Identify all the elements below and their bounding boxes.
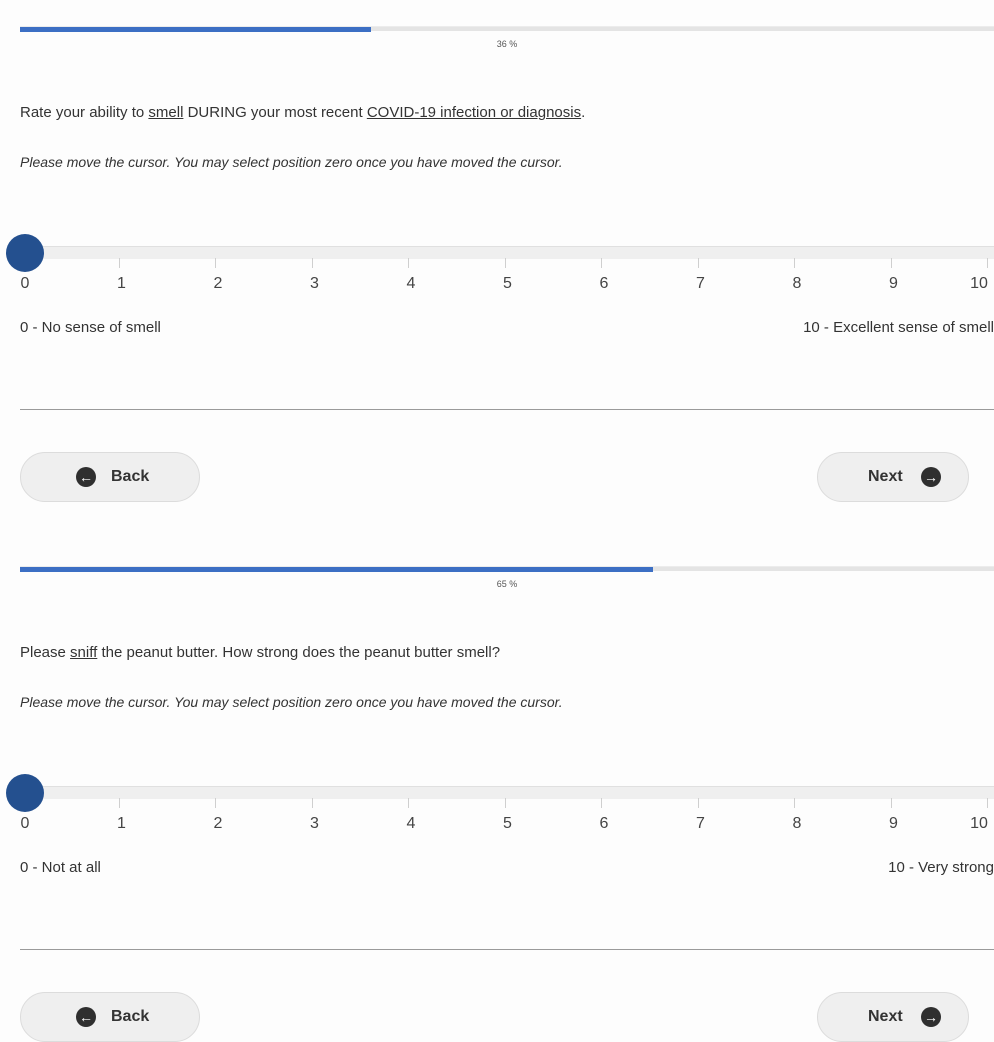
slider-tick [118, 798, 120, 808]
slider-tick [794, 798, 795, 808]
arrow-left-circle-icon: ← [76, 467, 96, 487]
slider-tick-label: 10 [970, 815, 988, 832]
slider-tick-label: 3 [310, 815, 319, 832]
arrow-right-circle-icon: → [921, 1007, 941, 1027]
slider-tick-label: 7 [696, 275, 705, 292]
slider-tick [504, 258, 506, 268]
question-text: Rate your ability to smell DURING your m… [20, 104, 585, 121]
question-mid: DURING your most recent [183, 104, 367, 121]
next-button[interactable]: Next → [817, 452, 969, 502]
slider-tick [408, 798, 409, 808]
slider-tick-label: 8 [792, 815, 802, 832]
slider-left-anchor: 0 - No sense of smell [20, 319, 161, 336]
slider-tick-label: 0 [20, 275, 30, 292]
slider-track[interactable] [20, 786, 994, 799]
slider-tick [408, 258, 409, 268]
slider-tick [697, 798, 699, 808]
question-underline-2: COVID-19 infection or diagnosis [366, 104, 582, 121]
progress-percent: 65 % [496, 579, 518, 589]
slider-tick-label: 3 [310, 275, 319, 292]
instruction-text: Please move the cursor. You may select p… [20, 154, 563, 170]
slider-tick [215, 798, 216, 808]
slider-tick [794, 258, 795, 268]
progress-bar [20, 26, 994, 32]
question-text: Please sniff the peanut butter. How stro… [20, 644, 500, 661]
question-post: . [581, 104, 586, 121]
slider-tick [987, 798, 988, 808]
slider-tick [890, 798, 892, 808]
slider-tick-label: 7 [696, 815, 705, 832]
slider-tick-label: 5 [503, 815, 512, 832]
survey-panel-1: 36 % Rate your ability to smell DURING y… [0, 0, 994, 502]
slider-tick-label: 8 [792, 275, 802, 292]
divider [20, 409, 994, 410]
slider-tick-label: 2 [213, 815, 223, 832]
slider-tick-label: 6 [599, 815, 609, 832]
slider-tick [311, 258, 313, 268]
next-button-label: Next [868, 1008, 903, 1025]
instruction-text: Please move the cursor. You may select p… [20, 694, 563, 710]
back-button[interactable]: ← Back [20, 452, 200, 502]
slider-tick-label: 6 [599, 275, 609, 292]
slider-tick-label: 5 [503, 275, 512, 292]
slider-tick [697, 258, 699, 268]
question-mid: the peanut butter. How strong does the p… [97, 644, 501, 661]
slider-tick-label: 9 [889, 815, 898, 832]
back-button-label: Back [111, 468, 150, 485]
slider-tick-label: 0 [20, 815, 30, 832]
back-button-label: Back [111, 1008, 150, 1025]
progress-bar-fill [20, 567, 654, 572]
slider-tick-label: 2 [213, 275, 223, 292]
arrow-right-circle-icon: → [921, 467, 941, 487]
slider-tick-label: 9 [889, 275, 898, 292]
question-underline-1: sniff [70, 644, 98, 661]
question-pre: Please [20, 644, 71, 661]
slider-tick [890, 258, 892, 268]
slider-handle[interactable] [6, 234, 44, 272]
slider-handle[interactable] [6, 774, 44, 812]
slider-tick-label: 4 [406, 815, 416, 832]
slider-tick [504, 798, 506, 808]
survey-panel-2: 65 % Please sniff the peanut butter. How… [0, 540, 994, 1042]
arrow-left-circle-icon: ← [76, 1007, 96, 1027]
slider-tick [601, 258, 602, 268]
next-button-label: Next [868, 468, 903, 485]
question-underline-1: smell [148, 104, 184, 121]
progress-bar [20, 566, 994, 572]
slider-tick-label: 10 [970, 275, 988, 292]
slider-tick [118, 258, 120, 268]
slider-tick-label: 4 [406, 275, 416, 292]
progress-percent: 36 % [496, 39, 518, 49]
slider-tick-label: 1 [117, 275, 126, 292]
slider-track[interactable] [20, 246, 994, 259]
slider-right-anchor: 10 - Excellent sense of smell [803, 319, 994, 336]
slider-right-anchor: 10 - Very strong [888, 859, 994, 876]
slider-tick [987, 258, 988, 268]
slider-tick [311, 798, 313, 808]
slider-tick-label: 1 [117, 815, 126, 832]
question-pre: Rate your ability to [20, 104, 149, 121]
progress-bar-fill [20, 27, 371, 32]
slider-tick [601, 798, 602, 808]
slider-left-anchor: 0 - Not at all [20, 859, 101, 876]
slider-tick [215, 258, 216, 268]
divider [20, 949, 994, 950]
